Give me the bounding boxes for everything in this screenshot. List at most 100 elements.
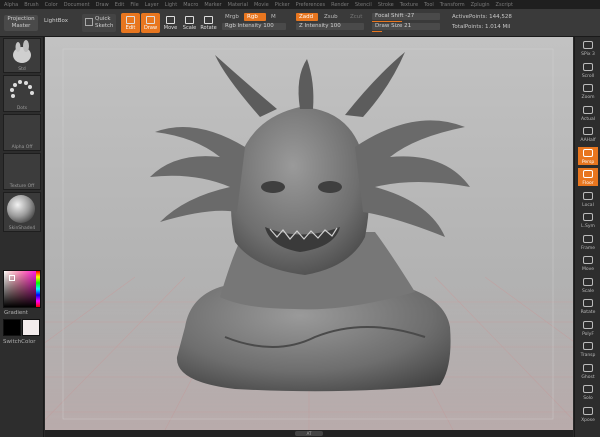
right-tray-xpose-button[interactable]: Xpose <box>578 405 598 423</box>
l-sym-icon <box>583 213 593 221</box>
zsub-toggle[interactable]: Zsub <box>321 13 341 21</box>
right-tray-floor-button[interactable]: Floor <box>578 168 598 186</box>
draw-size-slider[interactable]: Draw Size 21 <box>372 23 440 30</box>
move-mode-button[interactable]: Move <box>161 13 180 33</box>
sculpt-canvas <box>45 48 573 430</box>
quick-sketch-button[interactable]: Quick Sketch <box>82 14 116 32</box>
right-tray-move-button[interactable]: Move <box>578 254 598 272</box>
focal-shift-track <box>372 21 402 22</box>
right-tray-actual-button[interactable]: Actual <box>578 104 598 122</box>
menu-item-tool[interactable]: Tool <box>424 2 434 8</box>
menu-item-light[interactable]: Light <box>165 2 177 8</box>
menu-item-transform[interactable]: Transform <box>440 2 465 8</box>
zadd-toggle[interactable]: Zadd <box>296 13 318 21</box>
rotate-mode-button[interactable]: Rotate <box>199 13 218 33</box>
lightbox-button[interactable]: LightBox <box>44 18 74 28</box>
scale-label: Scale <box>182 25 197 31</box>
right-tray-rotate-button[interactable]: Rotate <box>578 297 598 315</box>
move-icon <box>166 16 175 24</box>
menu-item-picker[interactable]: Picker <box>275 2 290 8</box>
right-tray-label: Move <box>581 267 595 272</box>
menu-item-file[interactable]: File <box>130 2 138 8</box>
right-tray-label: Frame <box>580 245 596 251</box>
menu-item-edit[interactable]: Edit <box>115 2 125 8</box>
menu-item-layer[interactable]: Layer <box>145 2 159 8</box>
main-color-swatch[interactable] <box>3 319 21 336</box>
right-tray-solo-button[interactable]: Solo <box>578 383 598 401</box>
rgb-intensity-slider[interactable]: Rgb Intensity 100 <box>222 23 286 30</box>
switch-color-button[interactable]: SwitchColor <box>3 339 36 345</box>
secondary-color-swatch[interactable] <box>22 319 40 336</box>
stroke-label: Dots <box>16 106 28 111</box>
focal-shift-label: Focal Shift -27 <box>375 13 415 19</box>
gradient-label[interactable]: Gradient <box>4 310 28 316</box>
right-tray-persp-button[interactable]: Persp <box>578 146 598 165</box>
menu-item-draw[interactable]: Draw <box>96 2 109 8</box>
color-pick-marker[interactable] <box>9 275 15 281</box>
persp-icon <box>583 148 593 157</box>
right-tray-ghost-button[interactable]: Ghost <box>578 362 598 380</box>
right-tray-label: Xpose <box>581 417 595 423</box>
m-toggle[interactable]: M <box>268 13 279 21</box>
menu-item-brush[interactable]: Brush <box>24 2 38 8</box>
menu-item-zscript[interactable]: Zscript <box>496 2 513 8</box>
menu-item-marker[interactable]: Marker <box>204 2 221 8</box>
scale-mode-button[interactable]: Scale <box>180 13 199 33</box>
right-tray-label: Scroll <box>581 73 595 79</box>
menu-item-stencil[interactable]: Stencil <box>355 2 372 8</box>
mrgb-toggle[interactable]: Mrgb <box>222 13 242 21</box>
right-tray-spix-3-button[interactable]: SPix 3 <box>578 39 598 57</box>
right-tray-l-sym-button[interactable]: L.Sym <box>578 211 598 229</box>
bottom-tray-handle[interactable]: AT <box>295 431 323 436</box>
right-tray-polyf-button[interactable]: PolyF <box>578 319 598 337</box>
brush-icon <box>13 40 31 63</box>
rgb-toggle[interactable]: Rgb <box>244 13 266 21</box>
menu-item-preferences[interactable]: Preferences <box>296 2 325 8</box>
brush-thumbnail[interactable]: Std <box>3 38 41 73</box>
right-tray-scroll-button[interactable]: Scroll <box>578 61 598 79</box>
edit-icon <box>126 16 135 24</box>
right-tray-zoom-button[interactable]: Zoom <box>578 82 598 100</box>
draw-icon <box>146 16 155 24</box>
active-points-readout: ActivePoints: 144,528 <box>452 14 512 20</box>
edit-mode-button[interactable]: Edit <box>121 13 140 33</box>
move-icon <box>583 256 593 264</box>
right-tray-frame-button[interactable]: Frame <box>578 233 598 251</box>
right-tray: SPix 3 Scroll Zoom Actual AAHalf Persp Floor Lo… <box>574 37 600 437</box>
right-tray-aahalf-button[interactable]: AAHalf <box>578 125 598 143</box>
menu-item-render[interactable]: Render <box>331 2 349 8</box>
z-intensity-slider[interactable]: Z Intensity 100 <box>296 23 364 30</box>
right-tray-transp-button[interactable]: Transp <box>578 340 598 358</box>
menu-item-texture[interactable]: Texture <box>400 2 418 8</box>
menu-item-color[interactable]: Color <box>45 2 58 8</box>
right-tray-label: L.Sym <box>581 224 595 229</box>
canvas-viewport[interactable] <box>45 37 573 430</box>
menu-item-alpha[interactable]: Alpha <box>4 2 18 8</box>
dots-stroke-icon <box>10 80 34 98</box>
menu-item-movie[interactable]: Movie <box>254 2 269 8</box>
color-picker[interactable] <box>3 270 41 308</box>
actual-icon <box>583 105 593 114</box>
menu-item-material[interactable]: Material <box>228 2 248 8</box>
menu-item-stroke[interactable]: Stroke <box>378 2 394 8</box>
right-tray-label: Rotate <box>580 310 596 315</box>
texture-label: Texture Off <box>9 184 35 189</box>
menu-item-zplugin[interactable]: Zplugin <box>471 2 490 8</box>
alpha-thumbnail[interactable]: Alpha Off <box>3 114 41 151</box>
solo-icon <box>583 385 593 393</box>
material-label: SkinShade4 <box>8 226 36 231</box>
texture-thumbnail[interactable]: Texture Off <box>3 153 41 190</box>
transp-icon <box>583 342 593 350</box>
right-tray-scale-button[interactable]: Scale <box>578 276 598 294</box>
material-thumbnail[interactable]: SkinShade4 <box>3 192 41 232</box>
projection-master-button[interactable]: Projection Master <box>4 15 38 31</box>
focal-shift-slider[interactable]: Focal Shift -27 <box>372 13 440 20</box>
stroke-thumbnail[interactable]: Dots <box>3 75 41 112</box>
right-tray-local-button[interactable]: Local <box>578 190 598 208</box>
draw-mode-button[interactable]: Draw <box>141 13 160 33</box>
menu-item-document[interactable]: Document <box>64 2 90 8</box>
hue-strip[interactable] <box>36 271 40 307</box>
menu-item-macro[interactable]: Macro <box>183 2 198 8</box>
zcut-toggle[interactable]: Zcut <box>347 13 365 21</box>
draw-size-label: Draw Size 21 <box>375 23 412 29</box>
